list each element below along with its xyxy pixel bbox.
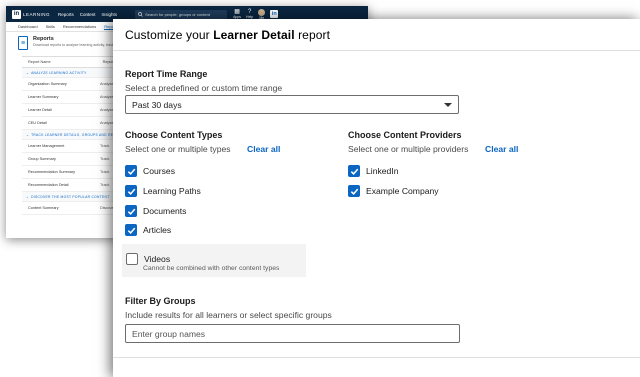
logo-text: LEARNING <box>23 11 51 17</box>
report-desc: Analyze <box>100 108 114 112</box>
linkedin-icon[interactable]: in <box>270 10 279 18</box>
checkbox-linkedin[interactable]: LinkedIn <box>348 165 399 177</box>
time-range-label: Report Time Range <box>125 69 208 79</box>
time-range-sublabel: Select a predefined or custom time range <box>125 83 283 93</box>
column-report-name: Report Name <box>28 60 51 64</box>
report-desc: Track <box>100 183 110 187</box>
time-range-value: Past 30 days <box>132 99 182 110</box>
report-name: Recommendation Detail <box>28 183 69 187</box>
checkbox-label: Example Company <box>366 186 439 196</box>
videos-option-box: Videos Cannot be combined with other con… <box>122 244 306 277</box>
checkbox-articles[interactable]: Articles <box>125 224 171 236</box>
report-desc: Track <box>100 170 110 174</box>
content-providers-clear-all-button[interactable]: Clear all <box>485 144 518 154</box>
apps-button[interactable]: ▦ Apps <box>233 9 241 19</box>
divider <box>113 357 640 358</box>
help-button[interactable]: ? Help <box>246 9 253 19</box>
top-icons: ▦ Apps ? Help Me in <box>233 8 279 20</box>
nav-insights[interactable]: Insights <box>102 12 118 17</box>
report-name: Learner Detail <box>28 108 52 112</box>
chevron-down-icon: ⌄ <box>26 132 30 137</box>
group-names-input[interactable] <box>125 324 460 343</box>
report-name: Content Summary <box>28 206 59 210</box>
report-name: Recommendation Summary <box>28 170 76 174</box>
report-desc: Analyze <box>100 82 114 86</box>
title-suffix: report <box>294 28 331 42</box>
report-desc: Analyze <box>100 121 114 125</box>
groups-sublabel: Include results for all learners or sele… <box>125 310 332 320</box>
report-name: Learner Management <box>28 144 65 148</box>
logo-mark: in <box>12 9 21 19</box>
checkbox-checked[interactable] <box>125 165 137 177</box>
content-types-clear-all-button[interactable]: Clear all <box>247 144 280 154</box>
chevron-down-icon: ⌄ <box>26 194 30 199</box>
document-icon: ≡ <box>18 36 28 50</box>
search-input[interactable]: Search for people, groups or content <box>135 9 228 19</box>
checkmark-icon <box>350 168 358 175</box>
checkbox-label: Learning Paths <box>143 186 201 196</box>
top-nav: Reports Content Insights <box>58 12 117 17</box>
time-range-select[interactable]: Past 30 days <box>125 95 459 114</box>
checkbox-documents[interactable]: Documents <box>125 205 186 217</box>
avatar <box>258 8 266 16</box>
checkbox-checked[interactable] <box>125 205 137 217</box>
checkmark-icon <box>127 188 135 195</box>
tab-dashboard[interactable]: Dashboard <box>18 24 38 29</box>
checkbox-example-company[interactable]: Example Company <box>348 185 439 197</box>
checkbox-label: Documents <box>143 206 187 216</box>
logo[interactable]: in LEARNING <box>12 9 51 19</box>
me-button[interactable]: Me <box>258 8 266 20</box>
report-name: Group Summary <box>28 157 56 161</box>
chevron-down-icon: ⌄ <box>26 70 30 75</box>
checkbox-label: Articles <box>143 225 172 235</box>
report-desc: Track <box>100 144 110 148</box>
modal-title: Customize your Learner Detail report <box>125 28 330 42</box>
customize-report-modal: Customize your Learner Detail report Rep… <box>113 19 640 377</box>
checkbox-checked[interactable] <box>125 185 137 197</box>
checkbox-unchecked[interactable] <box>126 253 138 265</box>
checkbox-checked[interactable] <box>348 185 360 197</box>
report-name: Learner Summary <box>28 95 59 99</box>
modal-header: Customize your Learner Detail report <box>113 19 640 51</box>
groups-label: Filter By Groups <box>125 296 196 306</box>
checkbox-label: Videos <box>144 254 171 264</box>
page-subtitle: Download reports to analyze learning act… <box>33 43 117 47</box>
title-prefix: Customize your <box>125 28 214 42</box>
checkmark-icon <box>127 227 135 234</box>
content-types-sublabel: Select one or multiple types <box>125 144 231 154</box>
tab-skills[interactable]: Skills <box>46 24 55 29</box>
checkbox-label: Courses <box>143 166 175 176</box>
report-desc: Analyze <box>100 95 114 99</box>
nav-reports[interactable]: Reports <box>58 12 74 17</box>
nav-content[interactable]: Content <box>80 12 96 17</box>
tab-recommendations[interactable]: Recommendations <box>63 24 96 29</box>
checkbox-learning-paths[interactable]: Learning Paths <box>125 185 201 197</box>
checkmark-icon <box>350 188 358 195</box>
checkbox-checked[interactable] <box>348 165 360 177</box>
section-title: ANALYZE LEARNING ACTIVITY <box>31 70 87 75</box>
checkbox-checked[interactable] <box>125 224 137 236</box>
section-title: DISCOVER THE MOST POPULAR CONTENT <box>31 194 110 199</box>
checkbox-label: LinkedIn <box>366 166 399 176</box>
videos-note: Cannot be combined with other content ty… <box>143 265 280 272</box>
checkbox-videos[interactable]: Videos <box>126 253 170 265</box>
checkmark-icon <box>127 168 135 175</box>
checkbox-courses[interactable]: Courses <box>125 165 175 177</box>
checkmark-icon <box>127 208 135 215</box>
report-desc: Track <box>100 157 110 161</box>
title-report-name: Learner Detail <box>213 28 295 42</box>
report-name: Organization Summary <box>28 82 67 86</box>
screen: in LEARNING Reports Content Insights Sea… <box>0 0 640 377</box>
search-icon <box>138 11 143 17</box>
search-placeholder: Search for people, groups or content <box>145 11 210 17</box>
page-title: Reports <box>33 36 54 42</box>
report-name: CEU Detail <box>28 121 47 125</box>
content-providers-label: Choose Content Providers <box>348 130 462 140</box>
content-types-label: Choose Content Types <box>125 130 223 140</box>
caret-down-icon <box>444 103 452 107</box>
content-providers-sublabel: Select one or multiple providers <box>348 144 469 154</box>
